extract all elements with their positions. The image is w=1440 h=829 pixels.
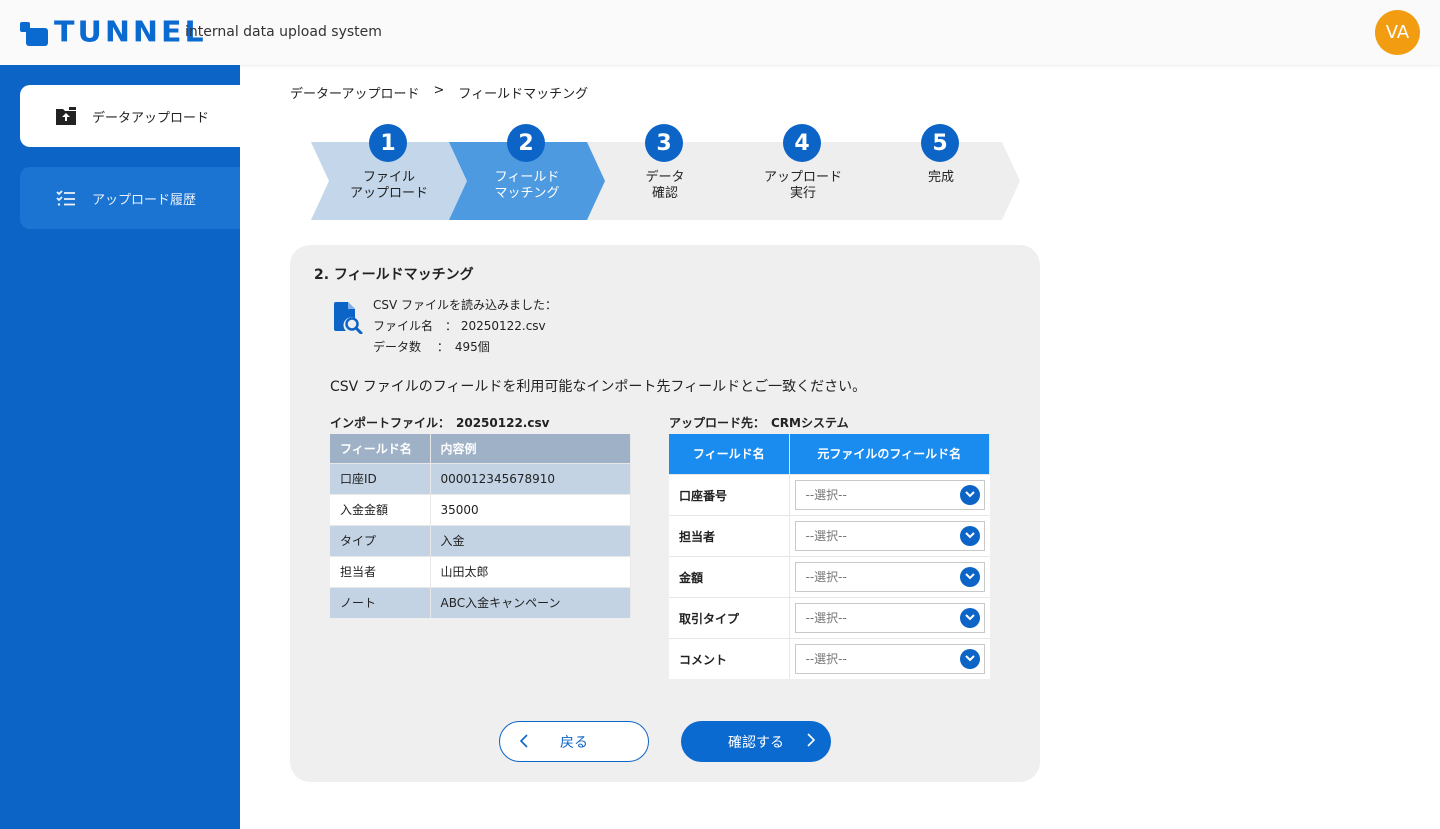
table-header-row: フィールド名 内容例	[330, 434, 631, 463]
table-cell: 入金金額	[330, 493, 431, 525]
table-cell: 口座ID	[330, 462, 431, 494]
select-value: --選択--	[805, 611, 847, 625]
step-number: 3	[645, 124, 683, 162]
target-field-name: コメント	[669, 637, 790, 679]
step-label: アップロード 実行	[763, 170, 842, 201]
column-header: 内容例	[430, 434, 631, 463]
table-row: 担当者 --選択--	[669, 514, 990, 556]
table-cell: 山田太郎	[430, 555, 631, 587]
progress-stepper: 1 ファイル アップロード 2 フィールド マッチング 3 データ 確認 4 アップロ…	[311, 124, 1021, 220]
source-field-select[interactable]: --選択--	[794, 479, 985, 510]
step-1: 1 ファイル アップロード	[311, 124, 468, 220]
back-button-label: 戻る	[560, 734, 588, 751]
target-field-name: 金額	[669, 555, 790, 597]
sidebar-item-data-upload[interactable]: データアップロード	[20, 85, 240, 147]
mapping-table-caption: アップロード先： CRMシステム	[669, 416, 849, 430]
chevron-down-icon[interactable]	[959, 484, 980, 505]
table-row: 入金金額 35000	[330, 493, 631, 525]
step-label: データ 確認	[645, 170, 685, 201]
breadcrumb-item-upload[interactable]: データーアップロード	[290, 83, 419, 102]
table-header-row: フィールド名 元ファイルのフィールド名	[669, 434, 990, 474]
source-field-select[interactable]: --選択--	[794, 561, 985, 592]
breadcrumb: データーアップロード > フィールドマッチング	[290, 83, 588, 102]
table-cell: 担当者	[330, 555, 431, 587]
step-4: 4 アップロード 実行	[725, 124, 882, 220]
sidebar-item-upload-history[interactable]: アップロード履歴	[20, 167, 240, 229]
file-info: CSV ファイルを読み込みました： ファイル名 ： 20250122.csv デ…	[373, 295, 557, 358]
user-avatar[interactable]: VA	[1375, 10, 1420, 55]
chevron-down-icon[interactable]	[959, 525, 980, 546]
column-header: フィールド名	[330, 434, 431, 463]
breadcrumb-item-current: フィールドマッチング	[458, 87, 589, 102]
confirm-button[interactable]: 確認する	[681, 721, 831, 762]
table-row: 金額 --選択--	[669, 555, 990, 597]
chevron-down-icon[interactable]	[959, 607, 980, 628]
step-5: 5 完成	[863, 124, 1020, 220]
table-row: コメント --選択--	[669, 637, 990, 679]
table-row: ノート ABC入金キャンペーン	[330, 586, 631, 618]
source-field-select[interactable]: --選択--	[794, 643, 985, 674]
field-mapping-table: フィールド名 元ファイルのフィールド名 口座番号 --選択-- 担当者 --選択…	[669, 434, 990, 679]
table-row: 担当者 山田太郎	[330, 555, 631, 587]
table-row: 口座ID 000012345678910	[330, 462, 631, 494]
breadcrumb-separator: >	[433, 83, 445, 98]
table-row: タイプ 入金	[330, 524, 631, 556]
chevron-down-icon[interactable]	[959, 566, 980, 587]
app-header: TUNNEL internal data upload system VA	[0, 0, 1440, 65]
select-value: --選択--	[805, 529, 847, 543]
step-label: ファイル アップロード	[349, 170, 428, 201]
app-subtitle: internal data upload system	[185, 24, 382, 40]
target-field-name: 口座番号	[669, 473, 790, 515]
select-value: --選択--	[805, 488, 847, 502]
confirm-button-label: 確認する	[728, 734, 784, 751]
step-3: 3 データ 確認	[587, 124, 744, 220]
source-field-select[interactable]: --選択--	[794, 602, 985, 633]
table-row: 口座番号 --選択--	[669, 473, 990, 515]
step-2: 2 フィールド マッチング	[449, 124, 606, 220]
panel-title: 2. フィールドマッチング	[314, 267, 474, 283]
column-header: フィールド名	[669, 434, 790, 474]
field-matching-panel: 2. フィールドマッチング CSV ファイルを読み込みました： ファイル名 ： …	[290, 245, 1040, 782]
tunnel-logo[interactable]: TUNNEL	[20, 15, 207, 50]
folder-upload-icon	[55, 105, 77, 127]
target-field-name: 担当者	[669, 514, 790, 556]
sidebar: データアップロード アップロード履歴	[0, 65, 240, 829]
column-header: 元ファイルのフィールド名	[789, 434, 990, 474]
table-cell: タイプ	[330, 524, 431, 556]
instruction-text: CSV ファイルのフィールドを利用可能なインポート先フィールドとご一致ください。	[330, 379, 867, 395]
data-count-text: データ数 ： 495個	[373, 340, 490, 354]
table-cell: 000012345678910	[430, 462, 631, 494]
sidebar-item-label: データアップロード	[92, 110, 210, 126]
sidebar-item-label: アップロード履歴	[92, 192, 197, 208]
target-field-name: 取引タイプ	[669, 596, 790, 638]
table-row: 取引タイプ --選択--	[669, 596, 990, 638]
table-cell: 入金	[430, 524, 631, 556]
table-cell: ABC入金キャンペーン	[430, 586, 631, 618]
step-number: 2	[507, 124, 545, 162]
import-table-caption: インポートファイル： 20250122.csv	[330, 416, 550, 430]
file-loaded-text: CSV ファイルを読み込みました：	[373, 298, 558, 312]
step-number: 1	[369, 124, 407, 162]
logo-text: TUNNEL	[54, 15, 207, 50]
file-search-icon	[334, 302, 364, 338]
chevron-right-icon	[807, 733, 816, 751]
source-field-select[interactable]: --選択--	[794, 520, 985, 551]
table-cell: ノート	[330, 586, 431, 618]
step-label: 完成	[927, 170, 954, 185]
file-name-text: ファイル名 ： 20250122.csv	[373, 319, 546, 333]
table-cell: 35000	[430, 493, 631, 525]
select-value: --選択--	[805, 570, 847, 584]
step-label: フィールド マッチング	[494, 170, 560, 201]
chevron-left-icon	[519, 734, 528, 752]
step-number: 4	[783, 124, 821, 162]
select-value: --選択--	[805, 652, 847, 666]
logo-mark-icon	[20, 20, 48, 46]
back-button[interactable]: 戻る	[499, 721, 649, 762]
list-icon	[55, 187, 77, 209]
import-preview-table: フィールド名 内容例 口座ID 000012345678910 入金金額 350…	[330, 434, 631, 618]
chevron-down-icon[interactable]	[959, 648, 980, 669]
step-number: 5	[921, 124, 959, 162]
